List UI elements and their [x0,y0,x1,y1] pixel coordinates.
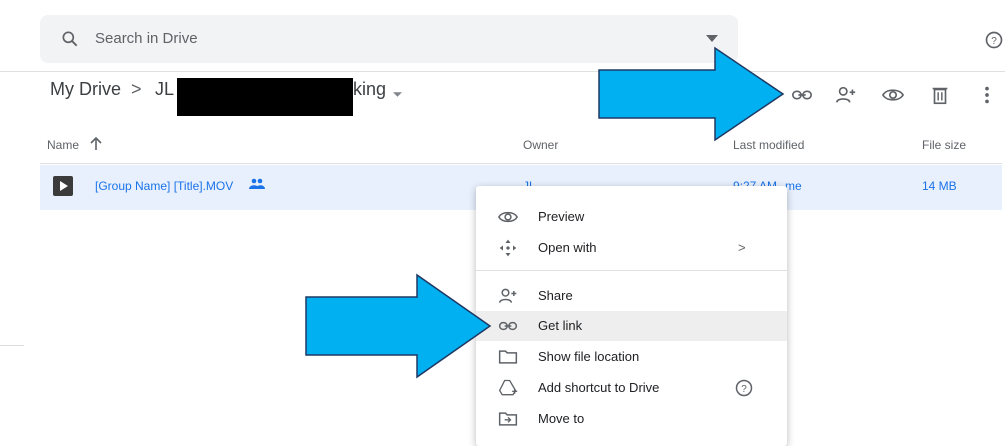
breadcrumb-my-drive[interactable]: My Drive [50,79,121,100]
column-header-name[interactable]: Name [47,138,79,152]
submenu-chevron-icon: > [738,240,746,255]
menu-item-move-to[interactable]: Move to [476,404,787,434]
context-menu: Preview Open with > Share Get link Show … [476,186,787,446]
help-icon[interactable]: ? [984,30,1004,50]
header-divider [0,71,1005,72]
move-arrows-icon [499,239,517,257]
menu-item-label: Show file location [538,349,640,364]
add-person-icon [498,288,517,303]
eye-icon [498,211,518,223]
menu-item-share[interactable]: Share [476,281,787,311]
folder-icon [498,350,518,364]
menu-item-show-file-location[interactable]: Show file location [476,342,787,372]
sort-arrow-up-icon[interactable] [90,137,102,151]
file-size: 14 MB [922,179,957,193]
menu-divider [476,270,787,271]
more-vert-icon[interactable] [976,84,998,106]
link-icon[interactable] [791,84,813,106]
video-file-icon [53,176,73,196]
menu-item-label: Move to [538,411,585,426]
svg-text:?: ? [991,36,997,47]
search-input[interactable]: Search in Drive [95,30,198,47]
table-header-divider [40,163,1002,164]
column-header-owner[interactable]: Owner [523,138,558,152]
menu-item-label: Share [538,288,573,303]
folder-dropdown-icon[interactable] [393,92,402,98]
menu-item-label: Add shortcut to Drive [538,380,660,395]
menu-item-label: Open with [538,240,597,255]
shared-icon [249,178,265,189]
svg-text:?: ? [741,384,747,395]
eye-icon[interactable] [882,84,904,106]
column-header-file-size[interactable]: File size [922,138,966,152]
trash-icon[interactable] [929,84,951,106]
annotation-arrow-toolbar [597,46,785,142]
menu-item-label: Get link [538,318,583,333]
file-name[interactable]: [Group Name] [Title].MOV [95,179,233,193]
breadcrumb-folder-suffix[interactable]: king [353,79,386,100]
menu-item-label: Preview [538,209,585,224]
search-icon[interactable] [60,29,80,49]
help-icon[interactable]: ? [734,378,754,398]
file-modified-by: me [785,179,802,193]
menu-item-preview[interactable]: Preview [476,202,787,232]
annotation-arrow-get-link [304,273,492,379]
breadcrumb-separator: > [131,79,142,99]
menu-item-get-link[interactable]: Get link [476,311,787,341]
link-icon [498,321,518,331]
edge-divider [0,345,24,346]
breadcrumb-folder-prefix[interactable]: JL [155,79,174,100]
redaction-box [177,78,353,116]
menu-item-open-with[interactable]: Open with > [476,233,787,263]
move-to-icon [498,412,518,426]
menu-item-add-shortcut[interactable]: Add shortcut to Drive ? [476,373,787,403]
add-person-icon[interactable] [835,84,857,106]
search-options-icon[interactable] [706,35,718,43]
drive-shortcut-icon [498,379,518,396]
